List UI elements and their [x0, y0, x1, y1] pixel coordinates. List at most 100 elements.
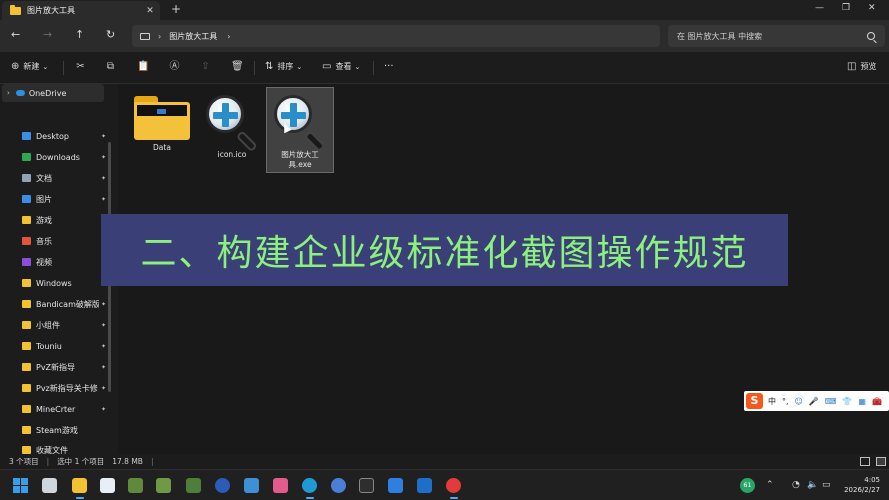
new-tab-button[interactable]: +: [171, 2, 181, 16]
breadcrumb-chevron[interactable]: ›: [227, 32, 230, 41]
punctuation-icon[interactable]: °,: [782, 397, 789, 406]
sidebar-item-onedrive[interactable]: › OneDrive: [2, 84, 104, 102]
pin-icon[interactable]: ✦: [101, 301, 106, 308]
sidebar-item[interactable]: Windows✦: [22, 275, 106, 291]
outlook-icon[interactable]: [417, 478, 432, 493]
pvz-app-icon[interactable]: [128, 478, 143, 493]
pin-icon[interactable]: ✦: [101, 175, 106, 182]
tray-badge[interactable]: 61: [740, 478, 755, 493]
tiles-view-icon[interactable]: [876, 457, 886, 466]
details-view-icon[interactable]: [860, 457, 870, 466]
pin-icon[interactable]: ✦: [101, 154, 106, 161]
windows-start-icon[interactable]: [13, 478, 28, 493]
pin-icon[interactable]: ✦: [101, 196, 106, 203]
file-explorer-icon[interactable]: [72, 478, 87, 499]
pin-icon[interactable]: ✦: [101, 385, 106, 392]
view-button[interactable]: ▭ 查看 ⌄: [322, 61, 360, 72]
record-icon[interactable]: [446, 478, 461, 499]
p-app-icon[interactable]: [215, 478, 230, 493]
sidebar-item[interactable]: Bandicam破解版 ✦: [22, 296, 106, 312]
file-item-image-tool-exe[interactable]: 图片放大工具.exe: [266, 87, 334, 173]
sidebar-item-label: 小组件: [36, 320, 60, 330]
sort-button[interactable]: ⇅ 排序 ⌄: [265, 61, 302, 72]
pink-app-icon[interactable]: [273, 478, 288, 493]
microphone-icon[interactable]: 🎤: [809, 397, 819, 406]
sidebar-item[interactable]: Touniu ✦: [22, 338, 106, 354]
cut-icon[interactable]: ✂: [75, 61, 86, 72]
sidebar-item[interactable]: Downloads ✦: [22, 149, 106, 165]
folder-icon: [22, 195, 31, 203]
pin-icon[interactable]: ✦: [101, 343, 106, 350]
rename-icon[interactable]: Ⓐ: [169, 61, 180, 72]
pin-icon[interactable]: ✦: [101, 364, 106, 371]
file-name: 图片放大工具.exe: [281, 150, 319, 169]
file-item-icon-ico[interactable]: icon.ico: [198, 88, 266, 174]
tab-close-button[interactable]: ✕: [144, 6, 156, 16]
sidebar-item[interactable]: PvZ新指导 ✦: [22, 359, 106, 375]
grid-icon[interactable]: ▦: [858, 397, 866, 406]
store-icon[interactable]: [100, 478, 115, 493]
back-button[interactable]: ←: [11, 28, 20, 41]
volume-icon[interactable]: 🔈: [807, 480, 818, 490]
emoji-icon[interactable]: ☺: [795, 397, 803, 406]
folder-icon: [22, 216, 31, 224]
battery-icon[interactable]: ▭: [822, 480, 831, 490]
pvz-app-3-icon[interactable]: [186, 478, 201, 493]
pvz-app-2-icon[interactable]: [156, 478, 171, 493]
address-bar[interactable]: › 图片放大工具 ›: [132, 25, 660, 47]
sogou-logo-icon[interactable]: S: [746, 393, 763, 409]
wifi-icon[interactable]: ◔: [792, 480, 800, 490]
refresh-button[interactable]: ↻: [106, 28, 115, 41]
sidebar-item[interactable]: MineCrter ✦: [22, 401, 106, 417]
edge-browser-icon[interactable]: [302, 478, 317, 499]
chevron-down-icon: ⌄: [296, 62, 303, 71]
keyboard-icon[interactable]: ⌨: [825, 397, 837, 406]
skin-icon[interactable]: 👕: [842, 397, 852, 406]
paste-icon[interactable]: 📋: [137, 61, 149, 72]
share-icon[interactable]: ⇪: [200, 61, 211, 72]
file-name: Data: [153, 143, 171, 152]
photos-icon[interactable]: [244, 478, 259, 493]
forward-button[interactable]: →: [43, 28, 52, 41]
sidebar-item-label: Pvz新指导关卡修: [36, 383, 98, 393]
magnifier-plus-icon: [270, 93, 330, 153]
pin-icon[interactable]: ✦: [101, 406, 106, 413]
pin-icon[interactable]: ✦: [101, 322, 106, 329]
sidebar-item[interactable]: 音乐✦: [22, 233, 106, 249]
sidebar-item[interactable]: 图片 ✦: [22, 191, 106, 207]
blue-circle-app-icon[interactable]: [331, 478, 346, 493]
clock-time: 4:05: [864, 476, 880, 484]
sidebar-item[interactable]: Steam游戏: [22, 422, 106, 438]
chevron-right-icon[interactable]: ›: [7, 89, 10, 97]
close-window-button[interactable]: ✕: [868, 3, 876, 13]
pin-icon[interactable]: ✦: [101, 133, 106, 140]
more-options-button[interactable]: ···: [384, 61, 394, 72]
maximize-button[interactable]: ❐: [842, 3, 850, 13]
sidebar-item[interactable]: 游戏✦: [22, 212, 106, 228]
file-item-data-folder[interactable]: Data: [128, 88, 196, 174]
chevron-up-icon[interactable]: ⌃: [766, 480, 774, 490]
new-button[interactable]: ⊕ 新建 ⌄: [11, 61, 48, 72]
breadcrumb-image-tool[interactable]: 图片放大工具: [169, 31, 217, 42]
system-clock[interactable]: 4:05 2026/2/27: [838, 475, 880, 495]
sidebar-item[interactable]: Pvz新指导关卡修 ✦: [22, 380, 106, 396]
feishu-icon[interactable]: [388, 478, 403, 493]
minimize-button[interactable]: —: [815, 3, 824, 13]
sort-label: 排序: [277, 62, 294, 71]
sidebar-item[interactable]: 视频✦: [22, 254, 106, 270]
toolbox-icon[interactable]: 🧰: [872, 397, 882, 406]
copy-icon[interactable]: ⧉: [105, 61, 116, 72]
terminal-icon[interactable]: [359, 478, 374, 493]
sidebar-item[interactable]: 小组件 ✦: [22, 317, 106, 333]
search-input[interactable]: 在 图片放大工具 中搜索: [668, 25, 885, 47]
sidebar-item[interactable]: Desktop ✦: [22, 128, 106, 144]
sidebar-item[interactable]: 文档 ✦: [22, 170, 106, 186]
ime-mode-toggle[interactable]: 中: [768, 396, 776, 407]
preview-button[interactable]: ◫ 预览: [847, 61, 876, 72]
view-icon: ▭: [322, 61, 332, 72]
delete-icon[interactable]: 🗑: [231, 61, 244, 72]
selected-size: 17.8 MB: [112, 457, 143, 466]
task-view-icon[interactable]: [42, 478, 57, 493]
tab-image-tool[interactable]: 图片放大工具 ✕: [2, 1, 160, 20]
up-button[interactable]: ↑: [75, 28, 84, 41]
